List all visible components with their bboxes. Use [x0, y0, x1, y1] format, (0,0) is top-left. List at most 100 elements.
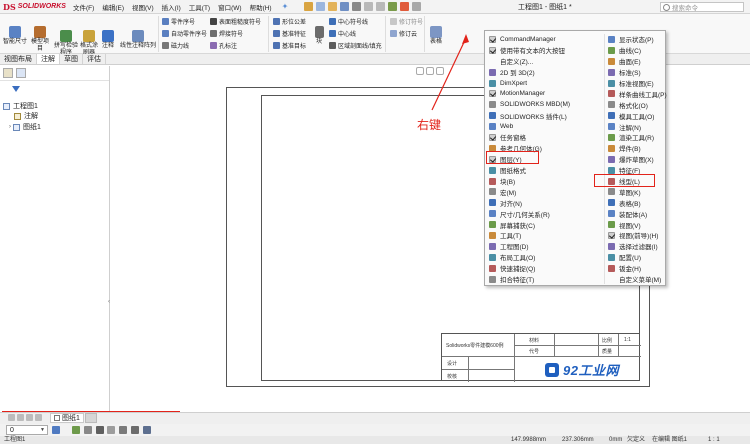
layer-tool-icon[interactable] [143, 426, 151, 434]
pin-icon[interactable]: ✦ [282, 2, 289, 11]
print-icon[interactable] [352, 2, 362, 11]
menu-item[interactable]: 显示状态(P) [608, 34, 667, 45]
first-sheet-icon[interactable] [8, 414, 15, 421]
options-gear-icon[interactable] [412, 2, 422, 11]
menu-item[interactable]: 自定义(Z)... [489, 56, 570, 67]
magnetic-line-button[interactable]: 磁力线 [162, 41, 189, 50]
zoom-to-fit-icon[interactable] [416, 67, 424, 75]
tree-item-sheet[interactable]: › 图纸1 [9, 122, 41, 132]
geometric-tolerance-button[interactable]: 形位公差 [273, 17, 306, 26]
auto-balloon-button[interactable]: 自动零件序号 [162, 29, 207, 38]
menu-edit[interactable]: 编辑(E) [98, 2, 128, 12]
menu-item[interactable]: 格式化(O) [608, 99, 667, 110]
tree-item-annotations[interactable]: 注解 [14, 111, 38, 121]
menu-item[interactable]: 图纸格式 [489, 165, 570, 176]
menu-item[interactable]: 样条曲线工具(P) [608, 88, 667, 99]
menu-item[interactable]: 自定义菜单(M) [608, 274, 667, 285]
format-painter-button[interactable]: 格式涂刷器 [79, 30, 99, 57]
menu-item[interactable]: 快速捕捉(Q) [489, 263, 570, 274]
undo-icon[interactable] [364, 2, 374, 11]
menu-item[interactable]: 模具工具(O) [608, 110, 667, 121]
last-sheet-icon[interactable] [35, 414, 42, 421]
add-sheet-icon[interactable] [85, 413, 97, 423]
menu-item[interactable]: 表格(B) [608, 197, 667, 208]
menu-item[interactable]: 工具(T) [489, 230, 570, 241]
table-button[interactable]: 表格 [428, 26, 444, 46]
menu-item[interactable]: 屏幕捕获(C) [489, 219, 570, 230]
smart-dimension-button[interactable]: 智能尺寸 [2, 26, 28, 46]
expand-arrow-icon[interactable]: › [9, 124, 11, 130]
menu-item[interactable]: 曲面(E) [608, 56, 667, 67]
note-button[interactable]: 注释 [101, 30, 115, 50]
menu-item[interactable]: DimXpert [489, 78, 570, 89]
save-icon[interactable] [340, 2, 350, 11]
menu-item[interactable]: 钣金(H) [608, 263, 667, 274]
traffic-light-icon[interactable] [400, 2, 410, 11]
solidworks-logo[interactable]: DS SOLIDWORKS [3, 2, 69, 12]
filter-icon[interactable] [12, 86, 20, 92]
menu-item[interactable]: 爆炸草图(X) [608, 154, 667, 165]
layer-properties-icon[interactable] [52, 426, 60, 434]
revision-cloud-button[interactable]: 修订云 [390, 29, 417, 38]
menu-item[interactable]: SOLIDWORKS MBD(M) [489, 99, 570, 110]
tab-annotation[interactable]: 注解 [37, 54, 60, 64]
linear-note-pattern-button[interactable]: 线性注释阵列 [118, 30, 158, 50]
menu-item[interactable]: 工程图(D) [489, 241, 570, 252]
new-document-icon[interactable] [316, 2, 326, 11]
menu-item[interactable]: 草图(K) [608, 186, 667, 197]
next-sheet-icon[interactable] [26, 414, 33, 421]
center-mark-button[interactable]: 中心符号线 [329, 17, 368, 26]
datum-feature-button[interactable]: 基准特征 [273, 29, 306, 38]
layer-select[interactable]: 0 ▼ [6, 425, 48, 435]
menu-item[interactable]: 焊件(B) [608, 143, 667, 154]
menu-file[interactable]: 文件(F) [69, 2, 98, 12]
menu-item[interactable]: 宏(M) [489, 186, 570, 197]
tree-root[interactable]: 工程图1 [3, 101, 38, 111]
revision-symbol-button[interactable]: 修订符号 [390, 17, 423, 26]
menu-item[interactable]: 2D 到 3D(2) [489, 67, 570, 78]
tab-sketch[interactable]: 草图 [60, 54, 83, 64]
menu-item[interactable]: 选择过滤器(I) [608, 241, 667, 252]
menu-item[interactable]: 使用带有文本的大按钮 [489, 45, 570, 56]
menu-item[interactable]: 装配体(A) [608, 208, 667, 219]
balloon-button[interactable]: 零件序号 [162, 17, 195, 26]
model-items-button[interactable]: 模型项目 [31, 26, 49, 53]
menu-item[interactable]: 块(B) [489, 176, 570, 187]
menu-item[interactable]: 曲线(C) [608, 45, 667, 56]
previous-view-icon[interactable] [436, 67, 444, 75]
menu-item[interactable]: 标准(S) [608, 67, 667, 78]
menu-item[interactable]: 布局工具(O) [489, 252, 570, 263]
rebuild-icon[interactable] [388, 2, 398, 11]
tab-evaluate[interactable]: 评估 [83, 54, 106, 64]
command-search-input[interactable]: 搜索命令 [660, 2, 744, 12]
menu-item[interactable]: 标准视图(E) [608, 78, 667, 89]
home-icon[interactable] [304, 2, 314, 11]
feature-tree-tab-icon[interactable] [3, 68, 13, 78]
menu-item[interactable]: MotionManager [489, 88, 570, 99]
tab-view-layout[interactable]: 视图布局 [0, 54, 37, 64]
menu-item[interactable]: 扣合特征(T) [489, 274, 570, 285]
datum-target-button[interactable]: 基准目标 [273, 41, 306, 50]
block-button[interactable]: 块 [314, 26, 324, 46]
property-manager-tab-icon[interactable] [16, 68, 26, 78]
menu-item[interactable]: SOLIDWORKS 插件(L) [489, 110, 570, 121]
menu-insert[interactable]: 插入(I) [158, 2, 185, 12]
edge-style-icon[interactable] [131, 426, 139, 434]
line-style-icon[interactable] [96, 426, 104, 434]
menu-tools[interactable]: 工具(T) [185, 2, 214, 12]
menu-item[interactable]: 注解(N) [608, 121, 667, 132]
line-thickness-icon[interactable] [84, 426, 92, 434]
prev-sheet-icon[interactable] [17, 414, 24, 421]
menu-window[interactable]: 窗口(W) [214, 2, 245, 12]
menu-item[interactable]: 视图(V) [608, 219, 667, 230]
open-folder-icon[interactable] [328, 2, 338, 11]
zoom-area-icon[interactable] [426, 67, 434, 75]
menu-item[interactable]: CommandManager [489, 34, 570, 45]
weld-symbol-button[interactable]: 焊接符号 [210, 29, 243, 38]
select-icon[interactable] [376, 2, 386, 11]
spell-checker-button[interactable]: 拼写检验程序 [54, 30, 78, 57]
area-hatch-button[interactable]: 区域剖面线/填充 [329, 41, 382, 50]
menu-item[interactable]: 对齐(N) [489, 197, 570, 208]
menu-item[interactable]: 配置(U) [608, 252, 667, 263]
hide-show-edges-icon[interactable] [107, 426, 115, 434]
